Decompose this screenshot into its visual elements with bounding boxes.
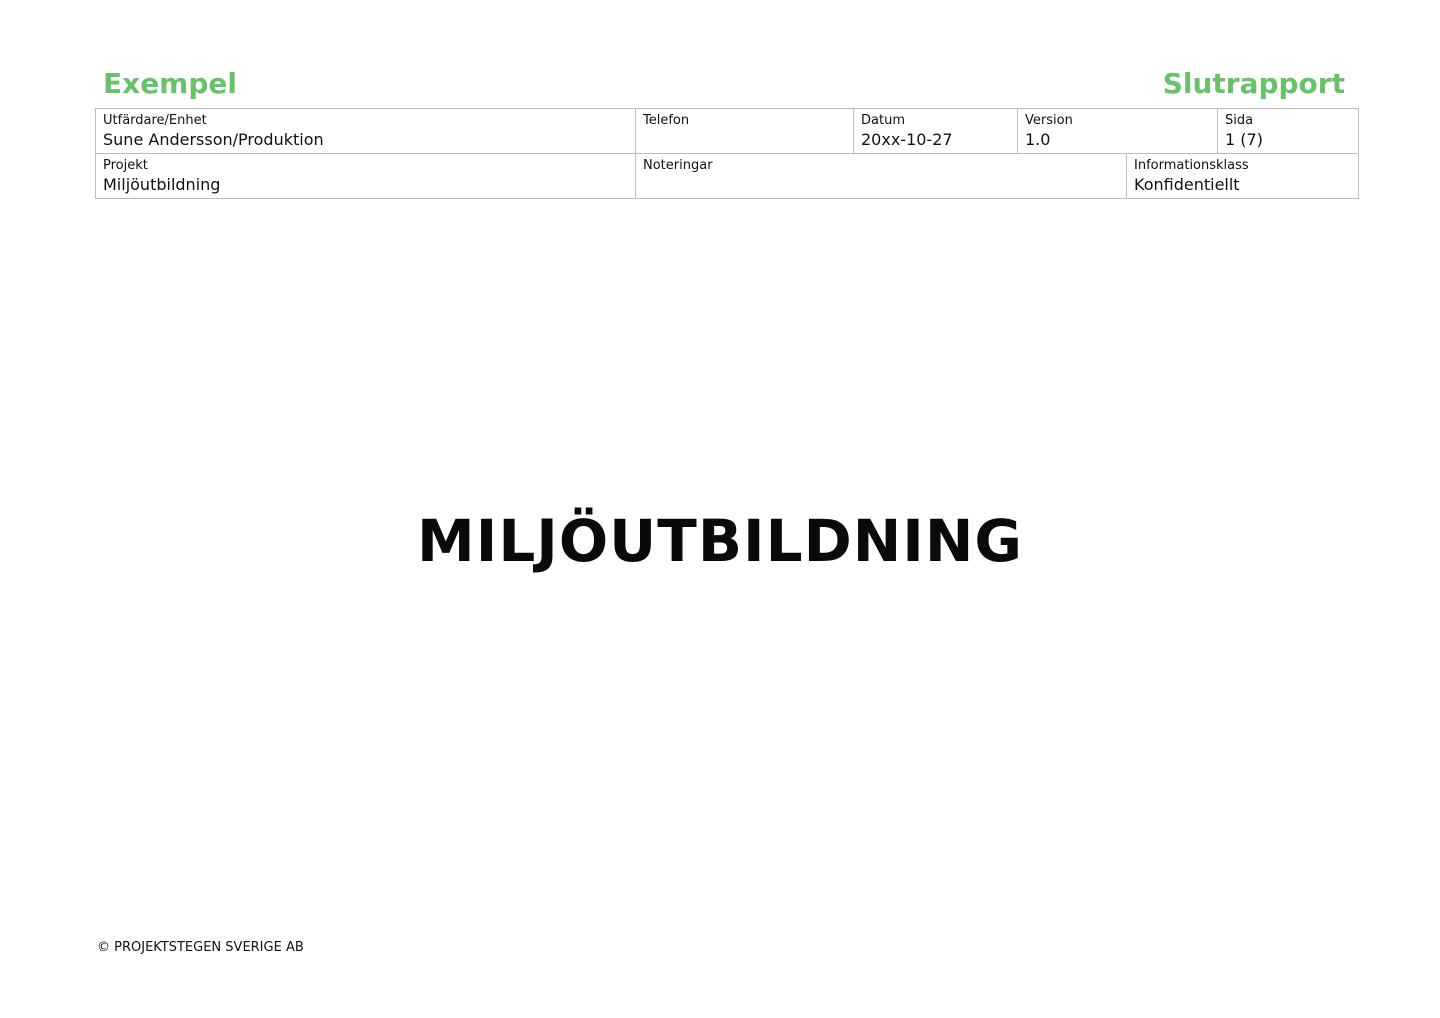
- document-metadata-table: Utfärdare/Enhet Sune Andersson/Produktio…: [95, 108, 1359, 199]
- document-main-title: MILJÖUTBILDNING: [417, 507, 1023, 575]
- version-label: Version: [1025, 113, 1073, 128]
- phone-cell: Telefon: [635, 108, 854, 154]
- project-label: Projekt: [103, 158, 148, 173]
- document-series-title: Exempel: [103, 67, 237, 100]
- date-value: 20xx-10-27: [861, 130, 953, 149]
- metadata-row-2: Projekt Miljöutbildning Noteringar Infor…: [95, 153, 1359, 199]
- version-value: 1.0: [1025, 130, 1051, 149]
- classification-cell: Informationsklass Konfidentiellt: [1126, 153, 1359, 199]
- issuer-cell: Utfärdare/Enhet Sune Andersson/Produktio…: [95, 108, 636, 154]
- page-label: Sida: [1225, 113, 1254, 128]
- notes-cell: Noteringar: [635, 153, 1127, 199]
- classification-value: Konfidentiellt: [1134, 175, 1240, 194]
- page-cell: Sida 1 (7): [1217, 108, 1359, 154]
- project-value: Miljöutbildning: [103, 175, 221, 194]
- document-type-title: Slutrapport: [1162, 67, 1345, 100]
- date-cell: Datum 20xx-10-27: [853, 108, 1018, 154]
- metadata-row-1: Utfärdare/Enhet Sune Andersson/Produktio…: [95, 108, 1359, 154]
- date-label: Datum: [861, 113, 905, 128]
- issuer-value: Sune Andersson/Produktion: [103, 130, 324, 149]
- issuer-label: Utfärdare/Enhet: [103, 113, 207, 128]
- project-cell: Projekt Miljöutbildning: [95, 153, 636, 199]
- phone-label: Telefon: [643, 113, 690, 128]
- version-cell: Version 1.0: [1017, 108, 1218, 154]
- classification-label: Informationsklass: [1134, 158, 1249, 173]
- page-value: 1 (7): [1225, 130, 1263, 149]
- copyright-footer: © PROJEKTSTEGEN SVERIGE AB: [97, 940, 304, 955]
- notes-label: Noteringar: [643, 158, 713, 173]
